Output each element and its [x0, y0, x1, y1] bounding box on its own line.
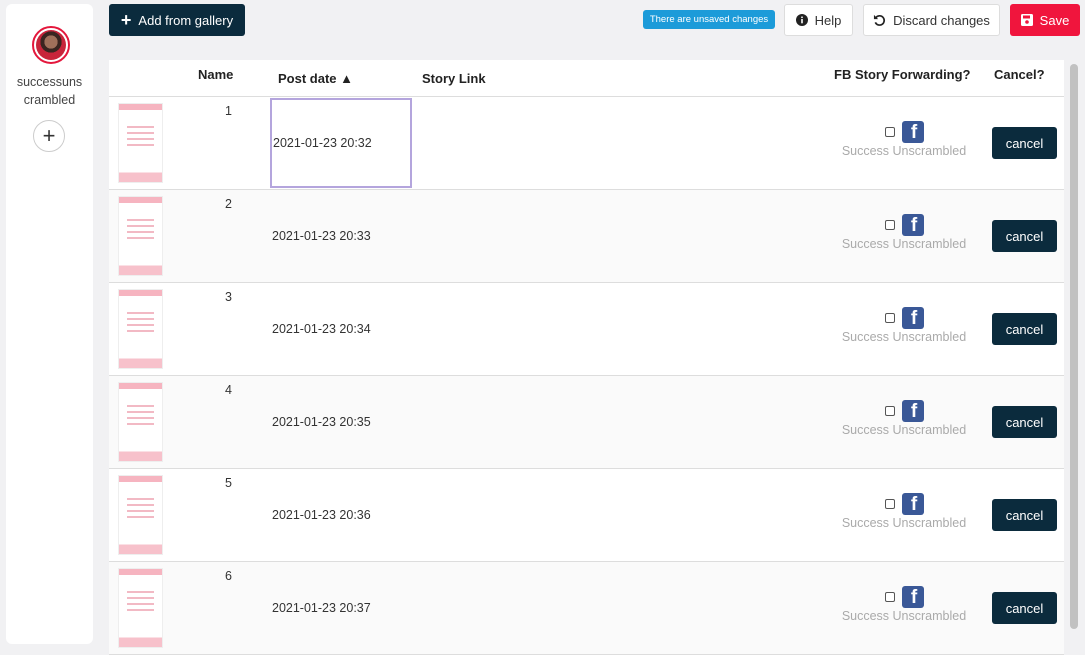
account-avatar[interactable]	[32, 26, 70, 64]
facebook-icon: f	[901, 400, 924, 422]
post-date-cell[interactable]: 2021-01-23 20:33	[270, 191, 412, 281]
table-row: 4 2021-01-23 20:35 f Success Unscrambled can…	[109, 376, 1064, 469]
fb-forwarding-checkbox[interactable]	[884, 499, 895, 509]
fb-forwarding-checkbox[interactable]	[884, 127, 895, 137]
help-button[interactable]: Help	[784, 4, 853, 36]
discard-changes-label: Discard changes	[893, 12, 990, 28]
fb-forwarding-cell: f Success Unscrambled	[834, 586, 974, 623]
vertical-scrollbar[interactable]	[1064, 60, 1085, 629]
discard-changes-button[interactable]: Discard changes	[863, 4, 1000, 36]
story-name: 4	[225, 383, 232, 397]
fb-page-name: Success Unscrambled	[841, 330, 967, 344]
fb-forwarding-cell: f Success Unscrambled	[834, 493, 974, 530]
cancel-story-button[interactable]: cancel	[992, 127, 1057, 159]
table-row: 1 2021-01-23 20:32 f Success Unscrambled can…	[109, 97, 1064, 190]
fb-forwarding-cell: f Success Unscrambled	[834, 214, 974, 251]
post-date-value: 2021-01-23 20:37	[272, 601, 371, 615]
post-date-cell[interactable]: 2021-01-23 20:32	[270, 98, 412, 188]
add-from-gallery-label: Add from gallery	[138, 12, 234, 28]
account-name: successunscrambled	[16, 75, 83, 107]
story-thumbnail[interactable]	[118, 568, 163, 648]
fb-forwarding-checkbox[interactable]	[884, 592, 895, 602]
story-thumbnail[interactable]	[118, 103, 163, 183]
post-date-value: 2021-01-23 20:35	[272, 415, 371, 429]
save-label: Save	[1039, 12, 1070, 28]
floppy-disk-icon	[1020, 14, 1033, 26]
fb-forwarding-checkbox[interactable]	[884, 313, 895, 323]
table-row: 5 2021-01-23 20:36 f Success Unscrambled can…	[109, 469, 1064, 562]
story-name: 6	[225, 569, 232, 583]
post-date-cell[interactable]: 2021-01-23 20:37	[270, 563, 412, 653]
header-story-link: Story Link	[422, 71, 486, 86]
header-post-date[interactable]: Post date ▲	[278, 71, 353, 86]
avatar-image	[36, 30, 66, 60]
stories-table: Name Post date ▲ Story Link FB Story For…	[109, 60, 1064, 655]
post-date-value: 2021-01-23 20:32	[273, 136, 372, 150]
fb-page-name: Success Unscrambled	[841, 237, 967, 251]
fb-forwarding-cell: f Success Unscrambled	[834, 121, 974, 158]
cancel-story-button[interactable]: cancel	[992, 220, 1057, 252]
account-sidebar: successunscrambled +	[6, 4, 93, 644]
cancel-story-button[interactable]: cancel	[992, 499, 1057, 531]
post-date-cell[interactable]: 2021-01-23 20:34	[270, 284, 412, 374]
facebook-icon: f	[901, 586, 924, 608]
scrollbar-thumb[interactable]	[1070, 64, 1078, 629]
fb-forwarding-checkbox[interactable]	[884, 220, 895, 230]
facebook-icon: f	[901, 493, 924, 515]
header-name[interactable]: Name	[198, 67, 233, 82]
facebook-icon: f	[901, 121, 924, 143]
fb-page-name: Success Unscrambled	[841, 609, 967, 623]
add-from-gallery-button[interactable]: + Add from gallery	[109, 4, 245, 36]
story-name: 2	[225, 197, 232, 211]
fb-page-name: Success Unscrambled	[841, 423, 967, 437]
add-account-button[interactable]: +	[33, 120, 65, 152]
post-date-value: 2021-01-23 20:33	[272, 229, 371, 243]
fb-forwarding-cell: f Success Unscrambled	[834, 307, 974, 344]
post-date-value: 2021-01-23 20:36	[272, 508, 371, 522]
post-date-cell[interactable]: 2021-01-23 20:36	[270, 470, 412, 560]
help-label: Help	[814, 12, 842, 28]
post-date-value: 2021-01-23 20:34	[272, 322, 371, 336]
table-row: 3 2021-01-23 20:34 f Success Unscrambled can…	[109, 283, 1064, 376]
header-cancel: Cancel?	[994, 67, 1045, 82]
table-row: 6 2021-01-23 20:37 f Success Unscrambled can…	[109, 562, 1064, 655]
story-name: 1	[225, 104, 232, 118]
fb-page-name: Success Unscrambled	[841, 144, 967, 158]
story-name: 3	[225, 290, 232, 304]
story-name: 5	[225, 476, 232, 490]
story-thumbnail[interactable]	[118, 382, 163, 462]
save-button[interactable]: Save	[1010, 4, 1080, 36]
table-header: Name Post date ▲ Story Link FB Story For…	[109, 60, 1064, 97]
undo-icon	[873, 14, 886, 27]
fb-forwarding-checkbox[interactable]	[884, 406, 895, 416]
plus-icon: +	[120, 9, 132, 30]
story-thumbnail[interactable]	[118, 289, 163, 369]
story-thumbnail[interactable]	[118, 196, 163, 276]
unsaved-changes-badge: There are unsaved changes	[643, 10, 775, 29]
fb-page-name: Success Unscrambled	[841, 516, 967, 530]
post-date-cell[interactable]: 2021-01-23 20:35	[270, 377, 412, 467]
facebook-icon: f	[901, 307, 924, 329]
info-icon	[795, 14, 808, 26]
cancel-story-button[interactable]: cancel	[992, 313, 1057, 345]
fb-forwarding-cell: f Success Unscrambled	[834, 400, 974, 437]
table-row: 2 2021-01-23 20:33 f Success Unscrambled can…	[109, 190, 1064, 283]
header-fb-forwarding: FB Story Forwarding?	[834, 67, 971, 82]
story-thumbnail[interactable]	[118, 475, 163, 555]
cancel-story-button[interactable]: cancel	[992, 406, 1057, 438]
cancel-story-button[interactable]: cancel	[992, 592, 1057, 624]
facebook-icon: f	[901, 214, 924, 236]
